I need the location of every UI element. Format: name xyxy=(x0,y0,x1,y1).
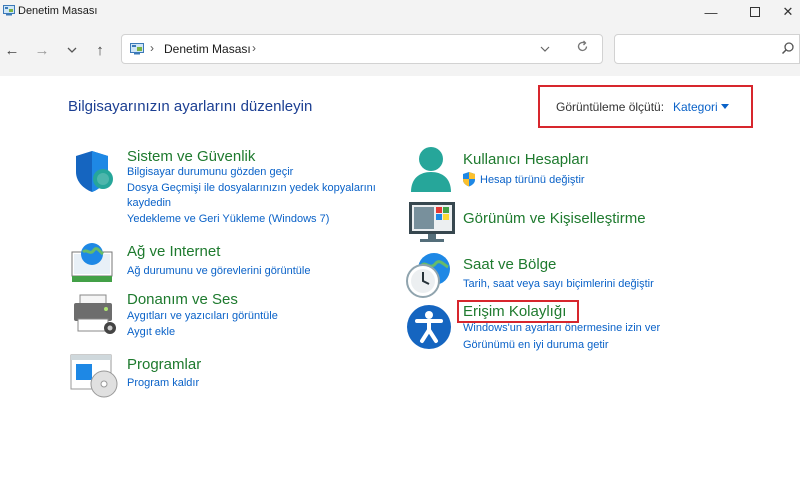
monitor-personalization-icon[interactable] xyxy=(408,201,456,243)
breadcrumb-control-panel[interactable]: Denetim Masası xyxy=(164,42,251,56)
view-by-label: Görüntüleme ölçütü: xyxy=(556,100,665,114)
link-change-account-type[interactable]: Hesap türünü değiştir xyxy=(480,173,585,188)
forward-button[interactable]: → xyxy=(30,38,54,62)
close-button[interactable]: ✕ xyxy=(776,0,800,24)
programs-disc-icon[interactable] xyxy=(70,354,118,398)
category-title-clock-region[interactable]: Saat ve Bölge xyxy=(463,256,556,273)
up-button[interactable]: ↑ xyxy=(88,38,112,62)
link-uninstall-program[interactable]: Program kaldır xyxy=(127,376,199,391)
link-backup-restore[interactable]: Yedekleme ve Geri Yükleme (Windows 7) xyxy=(127,212,329,227)
accessibility-icon[interactable] xyxy=(406,304,452,350)
close-icon: ✕ xyxy=(782,4,794,19)
chevron-down-icon xyxy=(540,46,550,52)
link-let-windows-suggest[interactable]: Windows'un ayarları önermesine izin ver xyxy=(463,321,660,336)
minimize-button[interactable]: — xyxy=(688,0,734,24)
maximize-icon xyxy=(750,7,760,17)
maximize-button[interactable] xyxy=(732,0,778,24)
chevron-right-icon[interactable]: › xyxy=(150,41,154,55)
link-file-history[interactable]: Dosya Geçmişi ile dosyalarınızın yedek k… xyxy=(127,181,376,196)
refresh-button[interactable] xyxy=(576,40,589,56)
link-change-date-time-formats[interactable]: Tarih, saat veya sayı biçimlerini değişt… xyxy=(463,277,654,292)
arrow-left-icon: ← xyxy=(4,41,20,59)
chevron-down-icon xyxy=(67,47,77,53)
network-globe-icon[interactable] xyxy=(70,238,116,284)
link-optimize-display[interactable]: Görünümü en iyi duruma getir xyxy=(463,338,609,353)
address-bar[interactable]: › Denetim Masası › xyxy=(121,34,603,64)
back-button[interactable]: ← xyxy=(0,38,24,62)
title-bar: Denetim Masası — ✕ xyxy=(0,0,800,24)
address-history-dropdown[interactable] xyxy=(540,41,550,55)
shield-icon[interactable] xyxy=(72,150,118,194)
arrow-up-icon: ↑ xyxy=(96,41,104,59)
user-account-icon[interactable] xyxy=(408,146,454,194)
category-title-network-internet[interactable]: Ağ ve Internet xyxy=(127,243,220,260)
uac-shield-icon xyxy=(463,172,475,187)
page-title: Bilgisayarınızın ayarlarını düzenleyin xyxy=(68,98,313,115)
link-view-devices-printers[interactable]: Aygıtları ve yazıcıları görüntüle xyxy=(127,309,278,324)
recent-locations-button[interactable] xyxy=(60,38,84,62)
category-title-hardware-sound[interactable]: Donanım ve Ses xyxy=(127,291,238,308)
arrow-right-icon: → xyxy=(34,41,50,59)
caret-down-icon[interactable] xyxy=(721,104,729,109)
control-panel-icon xyxy=(130,43,144,55)
window-title: Denetim Masası xyxy=(18,5,98,17)
category-title-system-security[interactable]: Sistem ve Güvenlik xyxy=(127,148,255,165)
chevron-right-icon[interactable]: › xyxy=(252,41,256,55)
search-input[interactable] xyxy=(614,34,800,64)
category-title-appearance-personalization[interactable]: Görünüm ve Kişiselleştirme xyxy=(463,210,646,227)
link-review-computer-status[interactable]: Bilgisayar durumunu gözden geçir xyxy=(127,165,293,180)
category-title-ease-of-access[interactable]: Erişim Kolaylığı xyxy=(463,303,566,320)
view-by-dropdown[interactable]: Kategori xyxy=(673,100,718,114)
category-title-user-accounts[interactable]: Kullanıcı Hesapları xyxy=(463,151,589,168)
search-icon xyxy=(781,42,794,55)
view-by-panel: Görüntüleme ölçütü: Kategori xyxy=(538,85,753,128)
link-network-status[interactable]: Ağ durumunu ve görevlerini görüntüle xyxy=(127,264,310,279)
category-title-programs[interactable]: Programlar xyxy=(127,356,201,373)
navigation-bar: ← → ↑ › Denetim Masası › xyxy=(0,24,800,76)
clock-globe-icon[interactable] xyxy=(406,251,454,299)
control-panel-icon xyxy=(3,5,15,16)
refresh-icon xyxy=(577,40,588,52)
printer-icon[interactable] xyxy=(70,293,118,335)
minimize-icon: — xyxy=(704,4,718,20)
link-file-history-cont[interactable]: kaydedin xyxy=(127,196,171,211)
link-add-device[interactable]: Aygıt ekle xyxy=(127,325,175,340)
